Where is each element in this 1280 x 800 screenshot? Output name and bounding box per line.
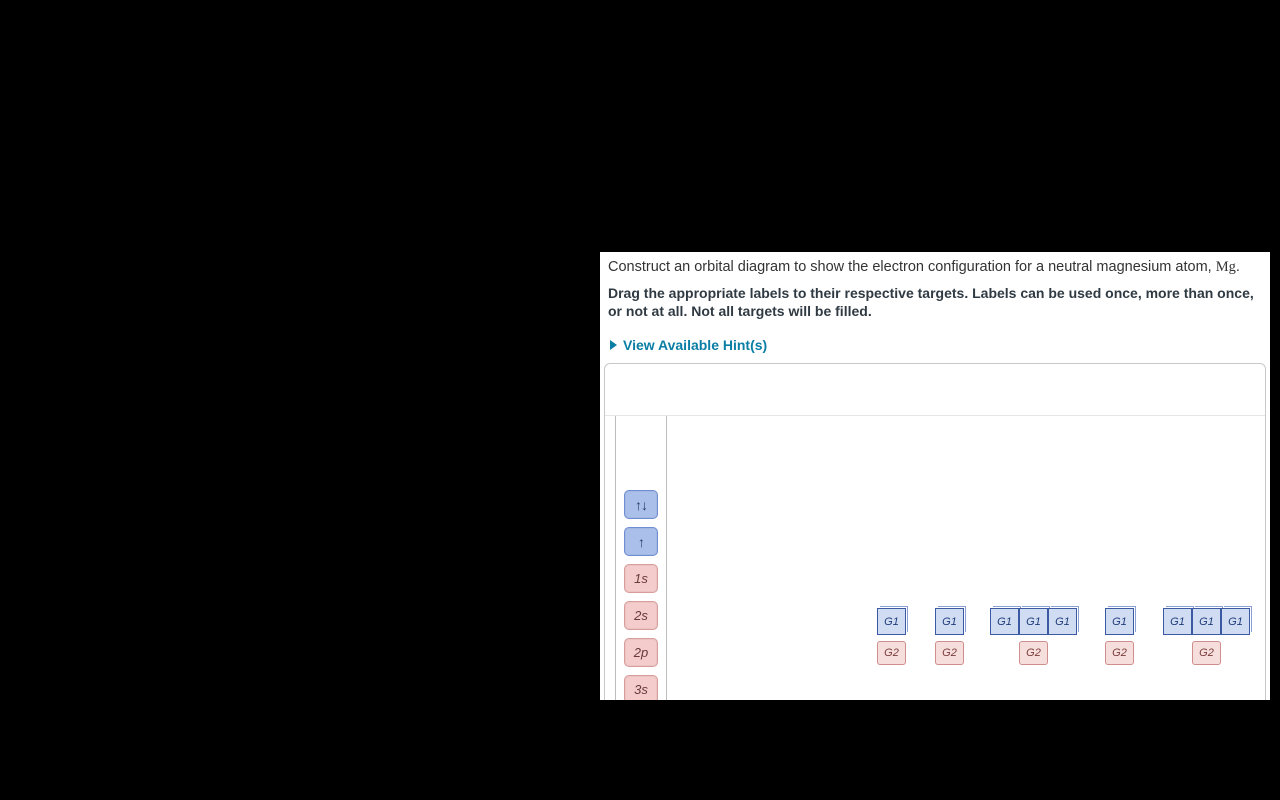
electron-slot-row: G1 G1 G1	[990, 608, 1077, 635]
orbital-group-1: G1 G2	[877, 608, 906, 665]
electron-slot[interactable]: G1	[1019, 608, 1048, 635]
drop-targets: G1 G2 G1 G2 G1 G1 G1 G2	[677, 416, 1265, 700]
work-toolbar-spacer	[605, 364, 1265, 416]
electron-slot[interactable]: G1	[1192, 608, 1221, 635]
hints-label: View Available Hint(s)	[623, 337, 767, 353]
work-area: ↑↓ ↑ 1s 2s 2p 3s G1 G2	[604, 363, 1266, 700]
electron-slot[interactable]: G1	[1221, 608, 1250, 635]
view-hints-toggle[interactable]: View Available Hint(s)	[600, 331, 1270, 363]
orbital-group-5: G1 G1 G1 G2	[1163, 608, 1250, 665]
orbital-label-slot[interactable]: G2	[1192, 641, 1221, 665]
electron-slot[interactable]: G1	[1163, 608, 1192, 635]
orbital-group-2: G1 G2	[935, 608, 964, 665]
electron-slot-row: G1 G1 G1	[1163, 608, 1250, 635]
chip-orbital-1s[interactable]: 1s	[624, 564, 658, 593]
orbital-label-slot[interactable]: G2	[1105, 641, 1134, 665]
electron-slot[interactable]: G1	[877, 608, 906, 635]
electron-slot[interactable]: G1	[990, 608, 1019, 635]
prompt-text-after: .	[1236, 259, 1240, 275]
chip-orbital-2p[interactable]: 2p	[624, 638, 658, 667]
work-body: ↑↓ ↑ 1s 2s 2p 3s G1 G2	[605, 416, 1265, 700]
electron-slot-row: G1	[1105, 608, 1134, 635]
question-panel: Construct an orbital diagram to show the…	[600, 252, 1270, 700]
electron-slot[interactable]: G1	[1048, 608, 1077, 635]
chip-orbital-3s[interactable]: 3s	[624, 675, 658, 700]
orbital-label-slot[interactable]: G2	[935, 641, 964, 665]
label-palette: ↑↓ ↑ 1s 2s 2p 3s	[615, 416, 667, 700]
question-prompt: Construct an orbital diagram to show the…	[600, 252, 1270, 278]
electron-slot-row: G1	[935, 608, 964, 635]
orbital-group-4: G1 G2	[1105, 608, 1134, 665]
prompt-text-before: Construct an orbital diagram to show the…	[608, 259, 1216, 275]
orbital-group-3: G1 G1 G1 G2	[990, 608, 1077, 665]
drag-instructions: Drag the appropriate labels to their res…	[600, 278, 1270, 332]
orbital-label-slot[interactable]: G2	[1019, 641, 1048, 665]
electron-slot-row: G1	[877, 608, 906, 635]
up-icon: ↑	[638, 534, 644, 550]
triangle-right-icon	[610, 340, 617, 350]
electron-slot[interactable]: G1	[1105, 608, 1134, 635]
orbital-label-slot[interactable]: G2	[877, 641, 906, 665]
chip-orbital-2s[interactable]: 2s	[624, 601, 658, 630]
updown-icon: ↑↓	[635, 497, 647, 513]
prompt-element-symbol: Mg	[1216, 259, 1236, 275]
chip-arrow-updown[interactable]: ↑↓	[624, 490, 658, 519]
electron-slot[interactable]: G1	[935, 608, 964, 635]
chip-arrow-up[interactable]: ↑	[624, 527, 658, 556]
